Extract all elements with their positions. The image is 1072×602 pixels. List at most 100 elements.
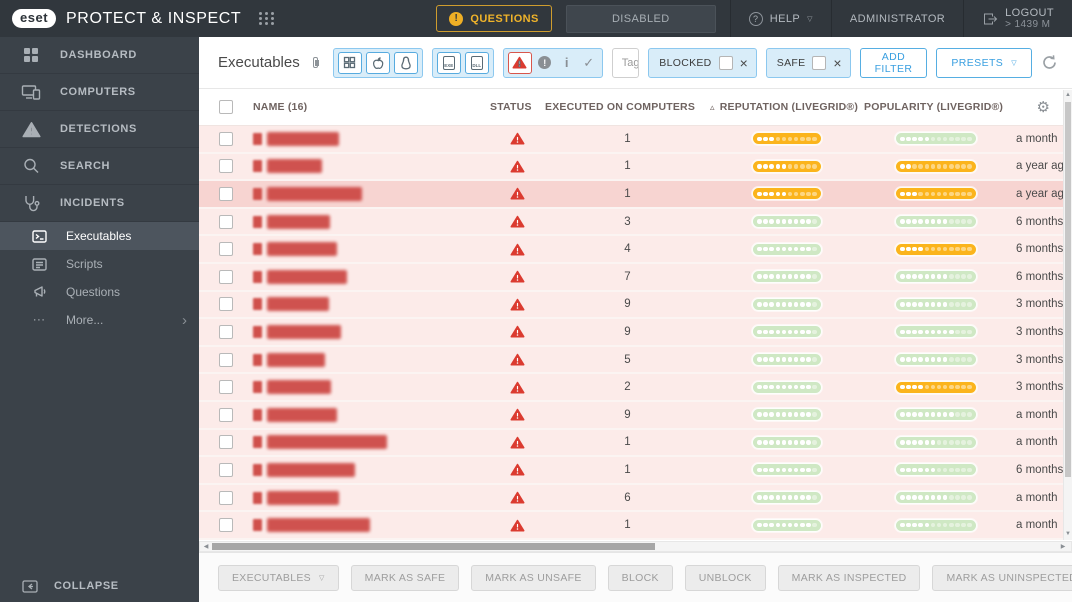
row-checkbox[interactable] [219, 380, 233, 395]
mark-as-safe-button[interactable]: MARK AS SAFE [350, 564, 460, 591]
presets-button[interactable]: PRESETS ▽ [936, 47, 1032, 78]
table-row[interactable]: 93 months [199, 291, 1072, 320]
table-row[interactable]: 1a year ago [199, 181, 1072, 209]
sidebar-item-questions[interactable]: Questions [0, 278, 199, 306]
scroll-up-icon[interactable]: ▲ [1064, 90, 1072, 101]
redacted-name[interactable] [267, 186, 362, 201]
redacted-name[interactable] [267, 407, 337, 422]
table-row[interactable]: 1a year ago [199, 153, 1072, 182]
column-header-computers[interactable]: EXECUTED ON COMPUTERS [545, 101, 710, 113]
redacted-name[interactable] [267, 435, 387, 450]
table-row[interactable]: 1a month [199, 126, 1072, 154]
sidebar-item-more[interactable]: ⋯ More... › [0, 306, 199, 334]
windows-icon[interactable] [337, 51, 362, 74]
redacted-name[interactable] [267, 380, 331, 395]
row-checkbox[interactable] [219, 214, 233, 229]
sidebar-item-computers[interactable]: COMPUTERS [0, 74, 199, 111]
redacted-name[interactable] [267, 490, 339, 505]
disabled-button[interactable]: DISABLED [565, 4, 716, 33]
table-row[interactable]: 46 months [199, 236, 1072, 264]
row-checkbox[interactable] [219, 407, 233, 422]
collapse-button[interactable]: COLLAPSE [0, 570, 199, 602]
tags-dropdown[interactable]: Tags... ▽ [611, 47, 640, 78]
row-checkbox[interactable] [219, 490, 233, 505]
add-filter-button[interactable]: ADD FILTER [859, 47, 928, 78]
sidebar-item-dashboard[interactable]: DASHBOARD [0, 37, 199, 74]
redacted-name[interactable] [267, 324, 341, 339]
administrator-menu[interactable]: ADMINISTRATOR [832, 0, 963, 37]
redacted-name[interactable] [267, 214, 330, 229]
scroll-down-icon[interactable]: ▼ [1064, 529, 1072, 540]
table-row[interactable]: 16 months [199, 457, 1072, 485]
mark-as-uninspected-button[interactable]: MARK AS UNINSPECTED [932, 564, 1072, 591]
table-row[interactable]: 23 months [199, 374, 1072, 402]
redacted-name[interactable] [267, 297, 329, 312]
filter-checkbox[interactable] [812, 55, 827, 70]
unblock-button[interactable]: UNBLOCK [684, 564, 766, 591]
block-button[interactable]: BLOCK [607, 564, 673, 591]
questions-button[interactable]: ! QUESTIONS [436, 5, 552, 32]
sidebar-item-scripts[interactable]: Scripts [0, 250, 199, 278]
row-checkbox[interactable] [219, 462, 233, 477]
row-checkbox[interactable] [219, 352, 233, 367]
mark-as-unsafe-button[interactable]: MARK AS UNSAFE [471, 564, 596, 591]
redacted-name[interactable] [267, 462, 355, 477]
table-row[interactable]: 36 months [199, 208, 1072, 237]
dll-file-icon[interactable]: DLL [464, 51, 489, 74]
close-icon[interactable]: × [833, 56, 841, 70]
row-checkbox[interactable] [219, 269, 233, 284]
settings-gear-icon[interactable]: ⚙ [1037, 98, 1050, 116]
row-checkbox[interactable] [219, 324, 233, 339]
redacted-name[interactable] [267, 269, 347, 284]
table-row[interactable]: 1a month [199, 512, 1072, 540]
mark-as-inspected-button[interactable]: MARK AS INSPECTED [777, 564, 921, 591]
horizontal-scrollbar-thumb[interactable] [212, 543, 655, 550]
vertical-scrollbar-thumb[interactable] [1065, 102, 1071, 477]
exe-file-icon[interactable]: EXE [436, 51, 461, 74]
table-row[interactable]: 9a month [199, 401, 1072, 430]
redacted-name[interactable] [267, 242, 337, 257]
filter-checkbox[interactable] [718, 55, 733, 70]
column-header-name[interactable]: NAME (16) [253, 101, 490, 113]
row-checkbox[interactable] [219, 518, 233, 533]
executables-button[interactable]: EXECUTABLES ▽ [218, 564, 339, 591]
sidebar-item-executables[interactable]: Executables [0, 222, 199, 250]
column-header-status[interactable]: STATUS [490, 101, 545, 113]
sidebar-item-detections[interactable]: DETECTIONS [0, 111, 199, 148]
panel-toggle-icon[interactable] [312, 57, 320, 68]
row-checkbox[interactable] [219, 159, 233, 174]
table-row[interactable]: 93 months [199, 319, 1072, 347]
redacted-name[interactable] [267, 159, 322, 174]
close-icon[interactable]: × [740, 56, 748, 70]
row-checkbox[interactable] [219, 242, 233, 257]
row-checkbox[interactable] [219, 297, 233, 312]
refresh-icon[interactable] [1041, 54, 1058, 71]
help-menu[interactable]: ? HELP ▽ [731, 0, 831, 37]
apps-grid-icon[interactable] [259, 12, 275, 25]
redacted-name[interactable] [267, 131, 339, 146]
row-checkbox[interactable] [219, 186, 233, 201]
column-header-popularity[interactable]: POPULARITY (LIVEGRID®) [864, 101, 1008, 113]
vertical-scrollbar[interactable]: ▲ ▼ [1063, 90, 1072, 540]
table-row[interactable]: 6a month [199, 484, 1072, 513]
horizontal-scrollbar[interactable]: ◀ ▶ [199, 541, 1072, 552]
row-checkbox[interactable] [219, 131, 233, 146]
table-row[interactable]: 1a month [199, 429, 1072, 458]
redacted-name[interactable] [267, 352, 325, 367]
info-filter-icon[interactable]: i [558, 55, 576, 70]
apple-icon[interactable] [365, 51, 390, 74]
sidebar-item-search[interactable]: SEARCH [0, 148, 199, 185]
scroll-left-icon[interactable]: ◀ [200, 543, 212, 550]
linux-icon[interactable] [393, 51, 418, 74]
scroll-right-icon[interactable]: ▶ [1057, 543, 1069, 550]
safe-filter-icon[interactable]: ✓ [580, 55, 598, 71]
table-row[interactable]: 76 months [199, 263, 1072, 292]
alert-filter-icon[interactable] [507, 51, 532, 74]
select-all-checkbox[interactable] [219, 100, 233, 114]
unsafe-filter-icon[interactable]: ! [536, 56, 554, 69]
column-header-reputation[interactable]: ▵ REPUTATION (LIVEGRID®) [710, 101, 864, 113]
table-row[interactable]: 53 months [199, 346, 1072, 375]
sidebar-item-incidents[interactable]: INCIDENTS [0, 185, 199, 222]
filter-chip-blocked[interactable]: BLOCKED × [648, 47, 757, 78]
logout-button[interactable]: LOGOUT > 1439 M [964, 0, 1072, 37]
